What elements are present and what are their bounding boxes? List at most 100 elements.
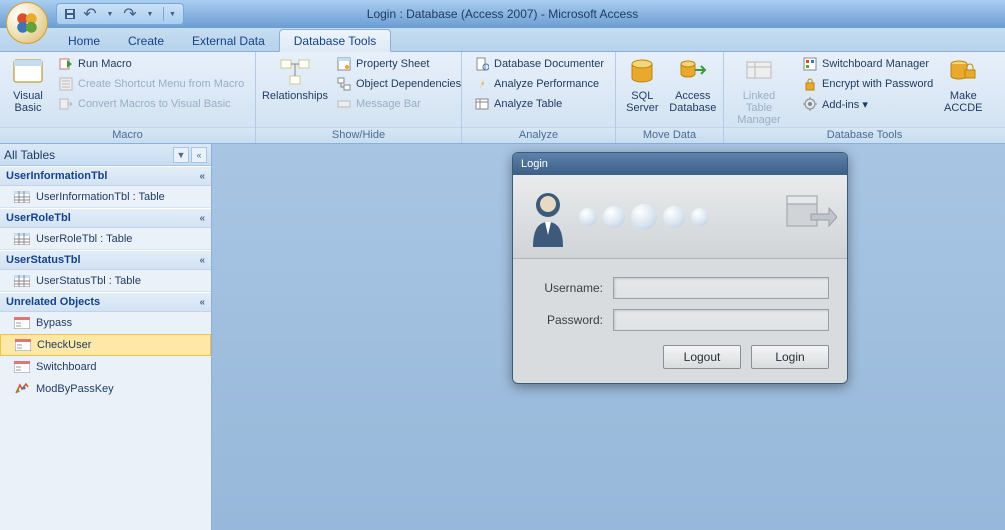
encrypt-password-label: Encrypt with Password (822, 78, 933, 90)
make-accde-button[interactable]: Make ACCDE (939, 54, 987, 116)
sql-server-icon (626, 56, 658, 88)
chevron-up-icon: « (199, 171, 205, 182)
tab-external-data[interactable]: External Data (178, 30, 279, 51)
nav-item-userinformation-table[interactable]: UserInformationTbl : Table (0, 186, 211, 208)
table-icon (14, 232, 30, 246)
access-database-icon (677, 56, 709, 88)
nav-dropdown-icon[interactable]: ▼ (173, 147, 189, 163)
analyze-table-icon (474, 96, 490, 112)
dialog-title-bar[interactable]: Login (513, 153, 847, 175)
username-row: Username: (531, 277, 829, 299)
convert-macros-icon (58, 96, 74, 112)
password-input[interactable] (613, 309, 829, 331)
redo-icon[interactable]: ↷ (123, 7, 137, 21)
make-accde-icon (947, 56, 979, 88)
tab-home[interactable]: Home (54, 30, 114, 51)
table-icon (14, 274, 30, 288)
username-label: Username: (531, 281, 603, 295)
analyze-performance-button[interactable]: Analyze Performance (470, 74, 608, 94)
linked-table-manager-icon (743, 56, 775, 88)
ribbon-group-databasetools: Switchboard Manager Encrypt with Passwor… (794, 52, 1005, 143)
analyze-table-button[interactable]: Analyze Table (470, 94, 608, 114)
nav-header-label: All Tables (4, 148, 55, 162)
nav-item-checkuser[interactable]: CheckUser (0, 334, 211, 356)
nav-group-label: UserInformationTbl (6, 170, 107, 182)
visual-basic-button[interactable]: Visual Basic (4, 54, 52, 116)
tab-create[interactable]: Create (114, 30, 178, 51)
nav-item-label: ModByPassKey (36, 383, 114, 395)
username-input[interactable] (613, 277, 829, 299)
login-button[interactable]: Login (751, 345, 829, 369)
convert-macros-label: Convert Macros to Visual Basic (78, 98, 231, 110)
table-icon (14, 190, 30, 204)
form-icon (15, 338, 31, 352)
add-ins-button[interactable]: Add-ins ▾ (798, 94, 937, 114)
object-dependencies-button[interactable]: Object Dependencies (332, 74, 465, 94)
nav-group-userinformation[interactable]: UserInformationTbl « (0, 166, 211, 186)
nav-item-switchboard[interactable]: Switchboard (0, 356, 211, 378)
database-documenter-button[interactable]: Database Documenter (470, 54, 608, 74)
sql-server-button[interactable]: SQL Server (620, 54, 665, 116)
access-database-button[interactable]: Access Database (667, 54, 719, 116)
shortcut-menu-icon (58, 76, 74, 92)
analyze-performance-icon (474, 76, 490, 92)
qat-customize-icon[interactable]: ▼ (163, 7, 177, 21)
relationships-icon (279, 56, 311, 88)
password-row: Password: (531, 309, 829, 331)
bubble-icon (691, 208, 709, 226)
analyze-performance-label: Analyze Performance (494, 78, 599, 90)
save-icon[interactable] (63, 7, 77, 21)
office-button[interactable] (6, 2, 48, 44)
switchboard-manager-icon (802, 56, 818, 72)
dropdown-icon[interactable]: ▼ (143, 7, 157, 21)
create-shortcut-menu-label: Create Shortcut Menu from Macro (78, 78, 244, 90)
title-bar: ↶ ▼ ↷ ▼ ▼ Login : Database (Access 2007)… (0, 0, 1005, 28)
chevron-up-icon: « (199, 255, 205, 266)
bubble-icon (603, 206, 625, 228)
user-avatar-icon (523, 187, 573, 247)
add-ins-icon (802, 96, 818, 112)
nav-item-label: CheckUser (37, 339, 91, 351)
switchboard-manager-button[interactable]: Switchboard Manager (798, 54, 937, 74)
ribbon-group-macro: Visual Basic Run Macro Create Shortcut M… (0, 52, 256, 143)
bubble-icon (663, 206, 685, 228)
relationships-button[interactable]: Relationships (260, 54, 330, 104)
form-icon (14, 316, 30, 330)
object-dependencies-icon (336, 76, 352, 92)
chevron-up-icon: « (199, 213, 205, 224)
object-dependencies-label: Object Dependencies (356, 78, 461, 90)
nav-item-label: UserInformationTbl : Table (36, 191, 165, 203)
office-logo-icon (14, 10, 40, 36)
ribbon-group-showhide: Relationships Property Sheet Object Depe… (256, 52, 462, 143)
message-bar-label: Message Bar (356, 98, 421, 110)
switchboard-manager-label: Switchboard Manager (822, 58, 929, 70)
login-dialog: Login (512, 152, 848, 384)
tab-database-tools[interactable]: Database Tools (279, 29, 392, 52)
bubble-icon (631, 204, 657, 230)
run-macro-button[interactable]: Run Macro (54, 54, 248, 74)
nav-group-userstatus[interactable]: UserStatusTbl « (0, 250, 211, 270)
linked-table-manager-label: Linked Table Manager (730, 90, 788, 126)
property-sheet-button[interactable]: Property Sheet (332, 54, 465, 74)
nav-item-bypass[interactable]: Bypass (0, 312, 211, 334)
nav-item-modbypasskey[interactable]: ModByPassKey (0, 378, 211, 400)
logout-button[interactable]: Logout (663, 345, 741, 369)
nav-group-unrelated[interactable]: Unrelated Objects « (0, 292, 211, 312)
encrypt-password-button[interactable]: Encrypt with Password (798, 74, 937, 94)
nav-collapse-icon[interactable]: « (191, 147, 207, 163)
nav-item-userstatus-table[interactable]: UserStatusTbl : Table (0, 270, 211, 292)
visual-basic-icon (12, 56, 44, 88)
nav-item-userrole-table[interactable]: UserRoleTbl : Table (0, 228, 211, 250)
dropdown-icon[interactable]: ▼ (103, 7, 117, 21)
run-macro-icon (58, 56, 74, 72)
run-macro-label: Run Macro (78, 58, 132, 70)
nav-group-userrole[interactable]: UserRoleTbl « (0, 208, 211, 228)
dialog-body: Username: Password: Logout Login (513, 259, 847, 383)
create-shortcut-menu-button: Create Shortcut Menu from Macro (54, 74, 248, 94)
nav-header[interactable]: All Tables ▼ « (0, 144, 211, 166)
form-design-canvas: Login (212, 144, 1005, 530)
undo-icon[interactable]: ↶ (83, 7, 97, 21)
database-documenter-icon (474, 56, 490, 72)
property-sheet-label: Property Sheet (356, 58, 429, 70)
nav-item-label: Switchboard (36, 361, 97, 373)
